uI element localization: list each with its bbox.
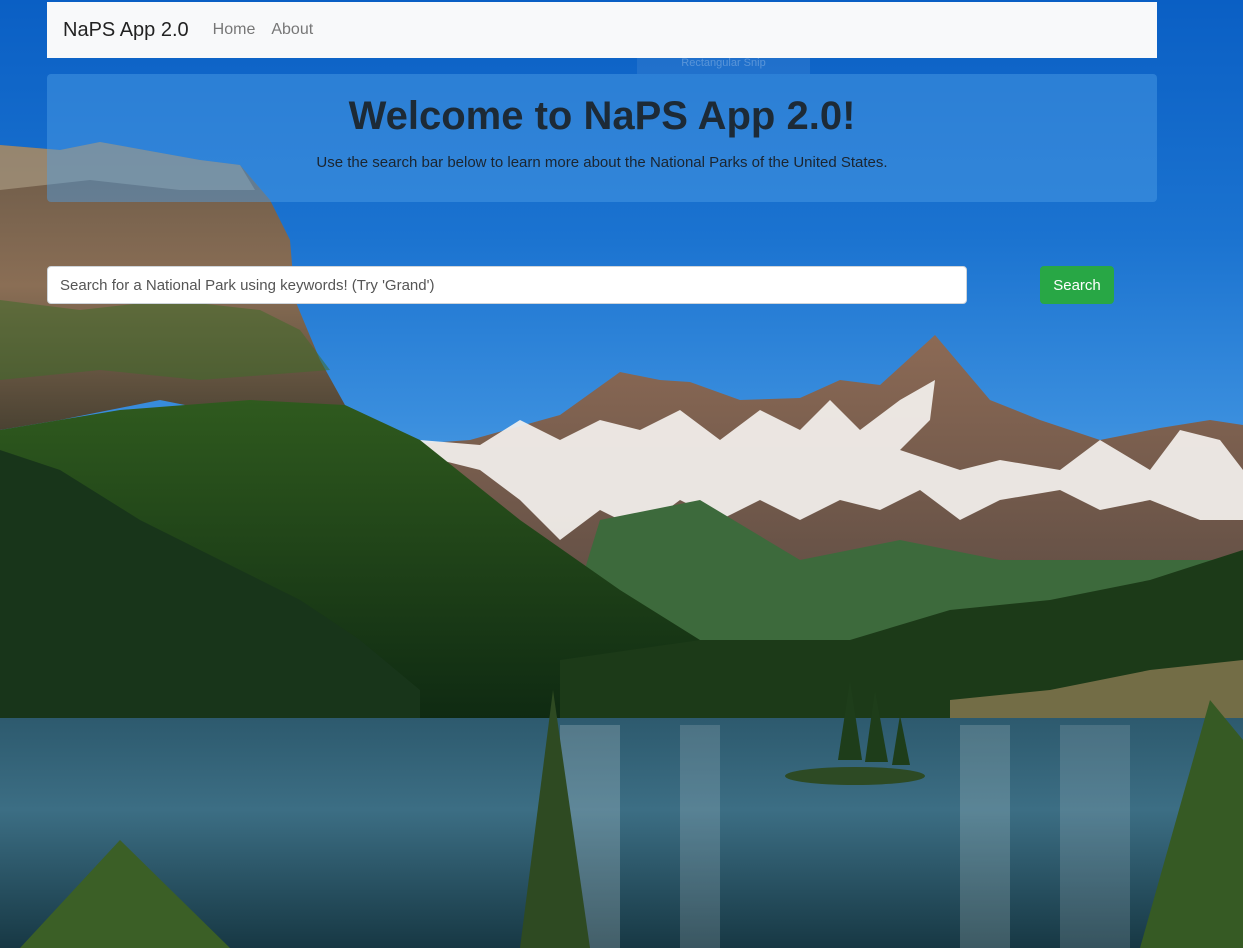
hero-subtitle: Use the search bar below to learn more a… <box>316 154 888 171</box>
navbar-brand[interactable]: NaPS App 2.0 <box>63 19 189 42</box>
nav-link-home[interactable]: Home <box>213 21 256 39</box>
snip-tooltip: Rectangular Snip <box>637 52 810 74</box>
search-input[interactable] <box>47 266 967 304</box>
navbar: NaPS App 2.0 Home About <box>47 2 1157 58</box>
page-title: Welcome to NaPS App 2.0! <box>348 94 856 138</box>
search-button[interactable]: Search <box>1040 266 1114 304</box>
nav-link-about[interactable]: About <box>271 21 313 39</box>
hero-panel: Welcome to NaPS App 2.0! Use the search … <box>47 74 1157 202</box>
